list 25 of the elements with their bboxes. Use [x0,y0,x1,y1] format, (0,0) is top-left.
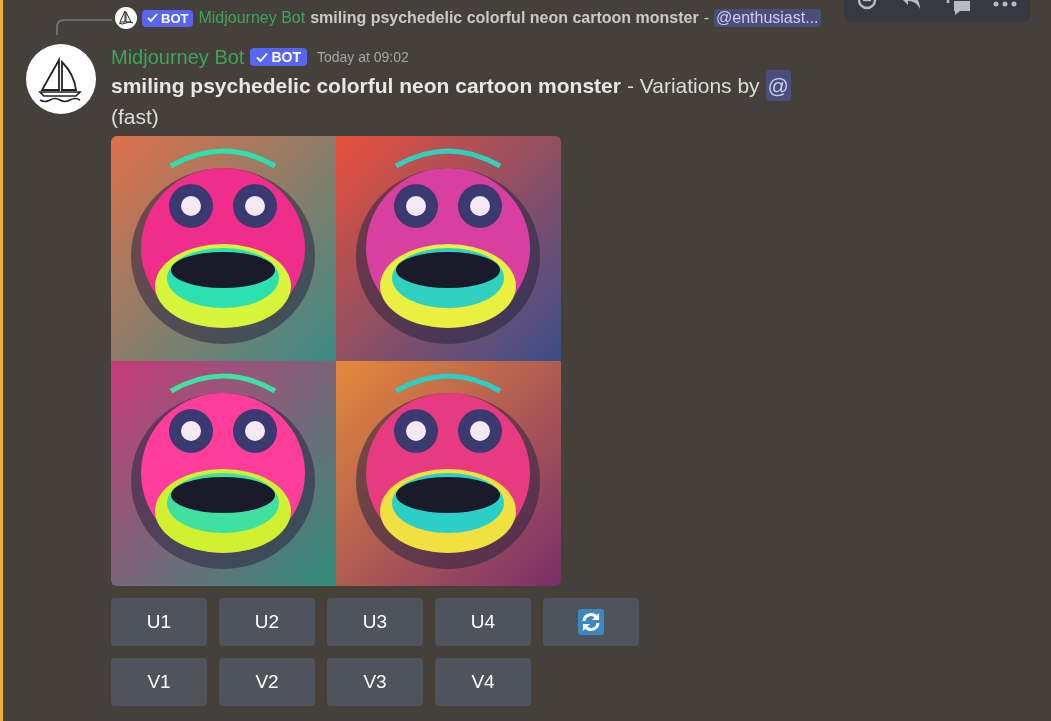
reply-separator: - [703,9,709,27]
checkmark-icon [147,13,158,23]
bot-label: BOT [271,49,301,65]
prompt-text: smiling psychedelic colorful neon cartoon monster [111,73,621,99]
action-button[interactable]: U3 [327,598,423,646]
checkmark-icon [256,51,269,63]
action-button[interactable]: V3 [327,658,423,706]
bot-label: BOT [161,10,189,26]
user-mention[interactable]: @ [765,70,791,101]
user-mention[interactable]: @enthusiast... [714,9,821,27]
reroll-button[interactable] [543,598,639,646]
sailboat-avatar-icon[interactable] [115,7,137,29]
refresh-icon [578,609,604,635]
variations-text: - Variations by [626,73,760,99]
action-button[interactable]: V1 [111,658,207,706]
action-button[interactable]: U4 [435,598,531,646]
sailboat-avatar-icon[interactable] [26,44,96,114]
action-button[interactable]: U1 [111,598,207,646]
action-button[interactable]: U2 [219,598,315,646]
mode-text: (fast) [111,104,159,130]
reply-prompt: smiling psychedelic colorful neon cartoon monster [310,9,699,27]
timestamp: Today at 09:02 [316,49,409,65]
action-button[interactable]: V4 [435,658,531,706]
action-button[interactable]: V2 [219,658,315,706]
reply-connector [56,19,112,35]
